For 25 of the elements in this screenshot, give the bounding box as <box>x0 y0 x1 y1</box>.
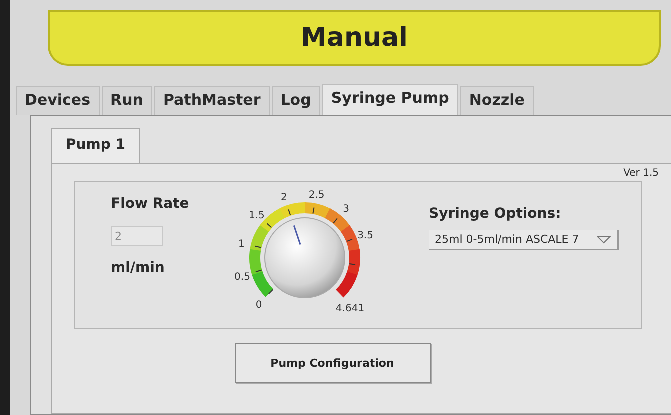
scale-label: 2.5 <box>308 190 325 202</box>
version-label: Ver 1.5 <box>624 168 659 179</box>
tab[interactable]: Devices <box>16 86 100 115</box>
knob[interactable] <box>264 218 346 298</box>
tab[interactable]: Log <box>272 86 320 115</box>
scale-label: 0.5 <box>234 272 250 283</box>
syringe-options-label: Syringe Options: <box>429 206 562 222</box>
unit-label: ml/min <box>111 260 166 276</box>
flow-rate-label: Flow Rate <box>111 196 190 212</box>
scale-label: 3.5 <box>358 230 374 242</box>
tab[interactable]: PathMaster <box>154 86 270 115</box>
scale-label: 1 <box>238 239 245 250</box>
scale-label: 4.641 <box>336 303 365 314</box>
tab[interactable]: Syringe Pump <box>322 84 458 115</box>
window-title: Manual <box>301 23 408 53</box>
tab[interactable]: Pump 1 <box>51 128 140 163</box>
scale-label: 0 <box>256 300 262 311</box>
scale-label: 1.5 <box>248 210 265 222</box>
caret-icon <box>597 236 611 244</box>
tab[interactable]: Nozzle <box>460 86 534 115</box>
pump-configuration-button[interactable]: Pump Configuration <box>234 343 430 383</box>
tab[interactable]: Run <box>102 86 152 115</box>
scale-label: 3 <box>343 204 350 215</box>
syringe-options-dropdown[interactable]: 25ml 0-5ml/min ASCALE 7 <box>429 230 619 250</box>
scale-label: 2 <box>281 192 288 204</box>
